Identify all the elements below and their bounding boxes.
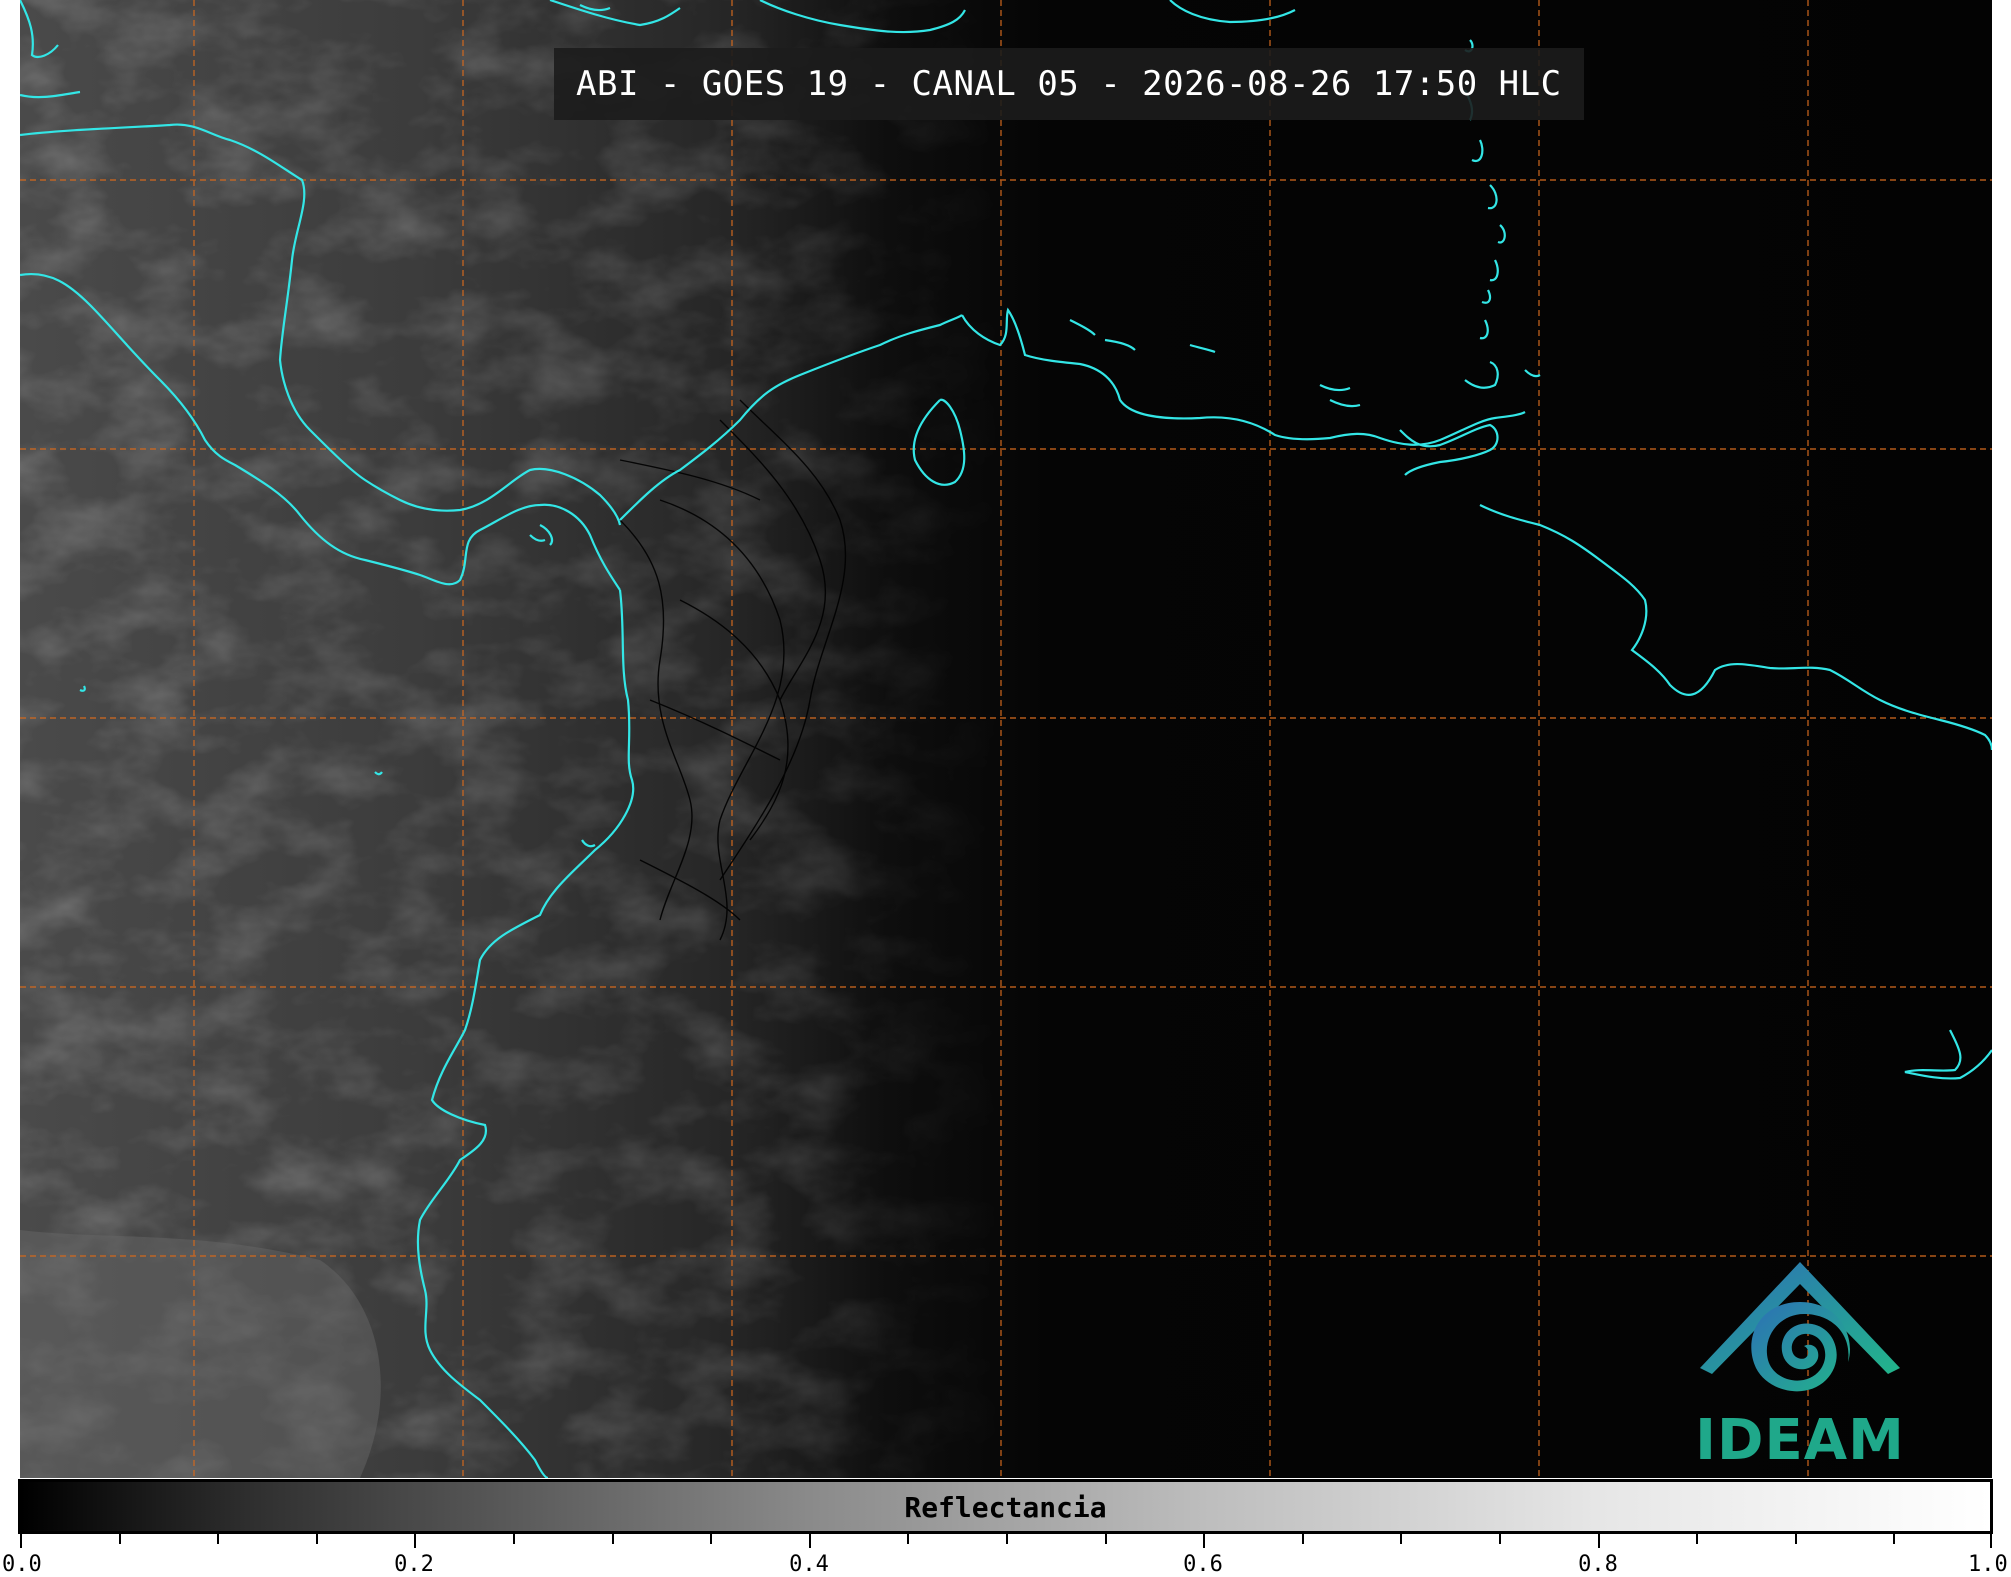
colorbar-label: Reflectancia	[904, 1491, 1107, 1524]
colorbar-tick-label: 0.0	[2, 1552, 42, 1577]
colorbar-minor-tick	[1696, 1534, 1698, 1544]
colorbar-minor-tick	[1499, 1534, 1501, 1544]
colorbar-minor-tick	[907, 1534, 909, 1544]
colorbar-tick-label: 0.6	[1183, 1552, 1223, 1577]
colorbar-major-tick	[1990, 1534, 1992, 1548]
colorbar-tick-label: 1.0	[1968, 1552, 2008, 1577]
colorbar-minor-tick	[612, 1534, 614, 1544]
colorbar-minor-tick	[316, 1534, 318, 1544]
ideam-logo-icon	[1700, 1262, 1900, 1392]
colorbar-minor-tick	[1105, 1534, 1107, 1544]
colorbar-tick-label: 0.4	[789, 1552, 829, 1577]
ideam-logo-text: IDEAM	[1695, 1408, 1905, 1473]
colorbar-minor-tick	[1302, 1534, 1304, 1544]
colorbar-minor-tick	[1795, 1534, 1797, 1544]
colorbar-tick-label: 0.8	[1578, 1552, 1618, 1577]
bright-cloud-patch	[20, 1230, 381, 1478]
map-title: ABI - GOES 19 - CANAL 05 - 2026-08-26 17…	[554, 48, 1584, 120]
colorbar-major-tick	[20, 1534, 22, 1548]
colorbar-axis: 0.0 0.2 0.4 0.6 0.8 1.0	[2, 1534, 2008, 1577]
colorbar-minor-tick	[710, 1534, 712, 1544]
colorbar-major-tick	[1203, 1534, 1205, 1548]
colorbar: Reflectancia	[18, 1479, 1993, 1534]
colorbar-minor-tick	[1400, 1534, 1402, 1544]
colorbar-minor-tick	[1893, 1534, 1895, 1544]
colorbar-minor-tick	[1006, 1534, 1008, 1544]
colorbar-minor-tick	[119, 1534, 121, 1544]
colorbar-minor-tick	[217, 1534, 219, 1544]
ideam-logo: IDEAM	[1680, 1250, 1920, 1475]
colorbar-tick-label: 0.2	[394, 1552, 434, 1577]
satellite-map: ABI - GOES 19 - CANAL 05 - 2026-08-26 17…	[20, 0, 1992, 1478]
colorbar-major-tick	[414, 1534, 416, 1548]
colorbar-major-tick	[809, 1534, 811, 1548]
colorbar-major-tick	[1598, 1534, 1600, 1548]
colorbar-minor-tick	[513, 1534, 515, 1544]
